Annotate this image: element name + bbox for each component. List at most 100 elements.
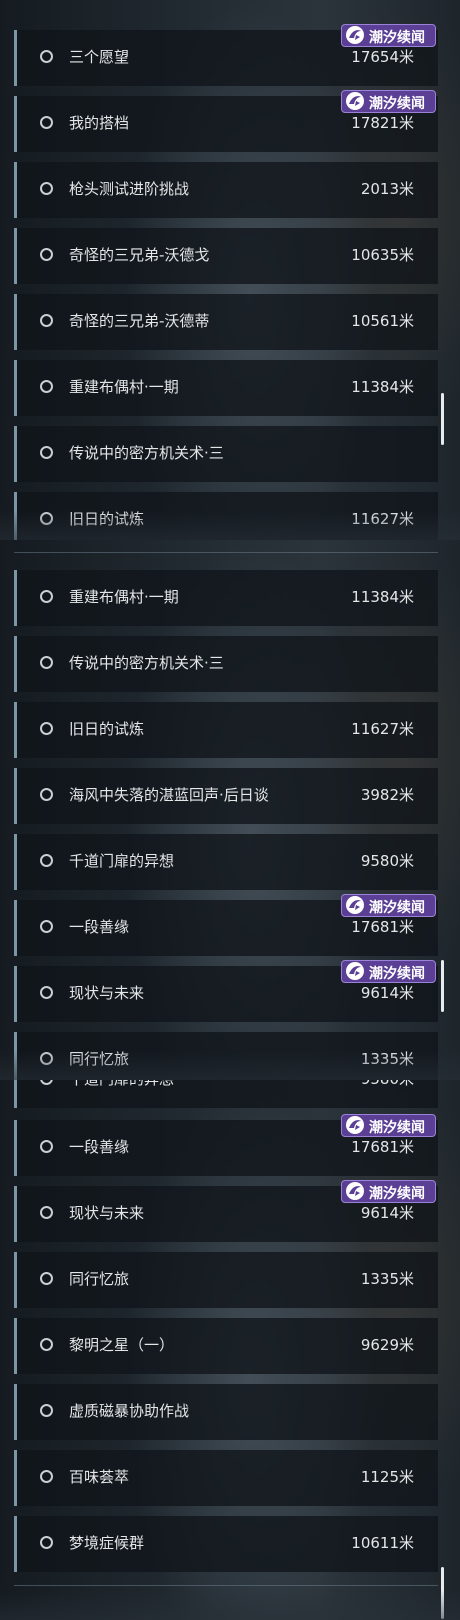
quest-item[interactable]: 虚质磁暴协助作战 xyxy=(14,1384,438,1440)
quest-accent-bar xyxy=(14,1032,17,1080)
quest-item[interactable]: 黎明之星（一） 9629米 xyxy=(14,1318,438,1374)
quest-name: 重建布偶村·一期 xyxy=(69,378,179,396)
quest-status-circle-icon xyxy=(40,1140,53,1153)
scrollbar-thumb[interactable] xyxy=(441,960,444,1012)
quest-distance: 9614米 xyxy=(360,984,414,1002)
tide-sequel-badge: 潮汐续闻 xyxy=(341,24,436,47)
quest-status-circle-icon xyxy=(40,50,53,63)
quest-name: 奇怪的三兄弟-沃德蒂 xyxy=(69,312,210,330)
quest-distance: 10561米 xyxy=(351,312,414,330)
quest-distance: 9580米 xyxy=(360,852,414,870)
quest-name: 黎明之星（一） xyxy=(69,1336,175,1354)
quest-name: 奇怪的三兄弟-沃德戈 xyxy=(69,246,210,264)
wave-logo-icon xyxy=(346,26,364,44)
quest-item[interactable]: 同行忆旅 1335米 xyxy=(14,1252,438,1308)
quest-status-circle-icon xyxy=(40,1272,53,1285)
list-bottom-divider xyxy=(14,1585,438,1586)
quest-accent-bar xyxy=(14,1186,17,1242)
wave-logo-icon xyxy=(346,1116,364,1134)
quest-name: 三个愿望 xyxy=(69,48,130,66)
quest-name: 现状与未来 xyxy=(69,1204,145,1222)
quest-accent-bar xyxy=(14,360,17,416)
quest-item[interactable]: 千道门扉的异想 9580米 xyxy=(14,834,438,890)
quest-distance: 11384米 xyxy=(351,378,414,396)
quest-status-circle-icon xyxy=(40,446,53,459)
quest-distance: 17681米 xyxy=(351,918,414,936)
quest-item[interactable]: 百味荟萃 1125米 xyxy=(14,1450,438,1506)
scrollbar-thumb[interactable] xyxy=(441,393,444,445)
quest-list-panel-1: 三个愿望 17654米 潮汐续闻 我的搭档 17821米 潮汐续闻 枪头测试进阶… xyxy=(0,0,460,540)
quest-item[interactable]: 三个愿望 17654米 潮汐续闻 xyxy=(14,24,438,86)
quest-name: 同行忆旅 xyxy=(69,1050,130,1068)
badge-label: 潮汐续闻 xyxy=(369,1120,425,1136)
tide-sequel-badge: 潮汐续闻 xyxy=(341,894,436,917)
quest-item[interactable]: 旧日的试炼 11627米 xyxy=(14,492,438,540)
quest-name: 海风中失落的湛蓝回声·后日谈 xyxy=(69,786,269,804)
badge-label: 潮汐续闻 xyxy=(369,30,425,46)
quest-item[interactable]: 奇怪的三兄弟-沃德蒂 10561米 xyxy=(14,294,438,350)
quest-accent-bar xyxy=(14,570,17,626)
quest-name: 枪头测试进阶挑战 xyxy=(69,180,190,198)
quest-item[interactable]: 海风中失落的湛蓝回声·后日谈 3982米 xyxy=(14,768,438,824)
quest-item[interactable]: 旧日的试炼 11627米 xyxy=(14,702,438,758)
quest-name: 千道门扉的异想 xyxy=(69,1080,174,1089)
quest-distance: 17654米 xyxy=(351,48,414,66)
quest-distance: 11627米 xyxy=(351,720,414,738)
tide-sequel-badge: 潮汐续闻 xyxy=(341,960,436,983)
quest-status-circle-icon xyxy=(40,1080,53,1085)
quest-name: 千道门扉的异想 xyxy=(69,852,175,870)
quest-item[interactable]: 梦境症候群 10611米 xyxy=(14,1516,438,1572)
quest-distance: 1335米 xyxy=(360,1270,414,1288)
quest-accent-bar xyxy=(14,294,17,350)
quest-item[interactable]: 传说中的密方机关术·三 xyxy=(14,636,438,692)
wave-logo-icon xyxy=(346,962,364,980)
quest-item[interactable]: 重建布偶村·一期 11384米 xyxy=(14,360,438,416)
tide-sequel-badge: 潮汐续闻 xyxy=(341,1114,436,1137)
quest-name: 同行忆旅 xyxy=(69,1270,130,1288)
quest-status-circle-icon xyxy=(40,1404,53,1417)
quest-accent-bar xyxy=(14,1384,17,1440)
scrollbar-thumb[interactable] xyxy=(441,1567,444,1619)
quest-status-circle-icon xyxy=(40,314,53,327)
quest-accent-bar xyxy=(14,702,17,758)
quest-item[interactable]: 千道门扉的异想 9580米 xyxy=(14,1080,438,1108)
quest-distance: 17821米 xyxy=(351,114,414,132)
wave-logo-icon xyxy=(346,896,364,914)
quest-item[interactable]: 一段善缘 17681米 潮汐续闻 xyxy=(14,1114,438,1176)
quest-accent-bar xyxy=(14,636,17,692)
quest-item[interactable]: 同行忆旅 1335米 xyxy=(14,1032,438,1080)
tide-sequel-badge: 潮汐续闻 xyxy=(341,1180,436,1203)
quest-accent-bar xyxy=(14,834,17,890)
quest-status-circle-icon xyxy=(40,1206,53,1219)
quest-accent-bar xyxy=(14,162,17,218)
quest-distance: 17681米 xyxy=(351,1138,414,1156)
quest-status-circle-icon xyxy=(40,590,53,603)
quest-status-circle-icon xyxy=(40,722,53,735)
quest-item[interactable]: 奇怪的三兄弟-沃德戈 10635米 xyxy=(14,228,438,284)
quest-item[interactable]: 现状与未来 9614米 潮汐续闻 xyxy=(14,960,438,1022)
quest-accent-bar xyxy=(14,1450,17,1506)
quest-item[interactable]: 我的搭档 17821米 潮汐续闻 xyxy=(14,90,438,152)
quest-item[interactable]: 重建布偶村·一期 11384米 xyxy=(14,570,438,626)
quest-distance: 9614米 xyxy=(360,1204,414,1222)
quest-name: 一段善缘 xyxy=(69,918,130,936)
quest-status-circle-icon xyxy=(40,512,53,525)
quest-item[interactable]: 枪头测试进阶挑战 2013米 xyxy=(14,162,438,218)
quest-item[interactable]: 传说中的密方机关术·三 xyxy=(14,426,438,482)
badge-label: 潮汐续闻 xyxy=(369,900,425,916)
quest-accent-bar xyxy=(14,768,17,824)
quest-name: 虚质磁暴协助作战 xyxy=(69,1402,190,1420)
quest-item[interactable]: 一段善缘 17681米 潮汐续闻 xyxy=(14,894,438,956)
quest-accent-bar xyxy=(14,966,17,1022)
badge-label: 潮汐续闻 xyxy=(369,96,425,112)
quest-status-circle-icon xyxy=(40,182,53,195)
quest-status-circle-icon xyxy=(40,116,53,129)
quest-status-circle-icon xyxy=(40,380,53,393)
quest-name: 传说中的密方机关术·三 xyxy=(69,444,224,462)
quest-accent-bar xyxy=(14,900,17,956)
tide-sequel-badge: 潮汐续闻 xyxy=(341,90,436,113)
quest-name: 一段善缘 xyxy=(69,1138,130,1156)
quest-name: 传说中的密方机关术·三 xyxy=(69,654,224,672)
quest-accent-bar xyxy=(14,1120,17,1176)
quest-item[interactable]: 现状与未来 9614米 潮汐续闻 xyxy=(14,1180,438,1242)
